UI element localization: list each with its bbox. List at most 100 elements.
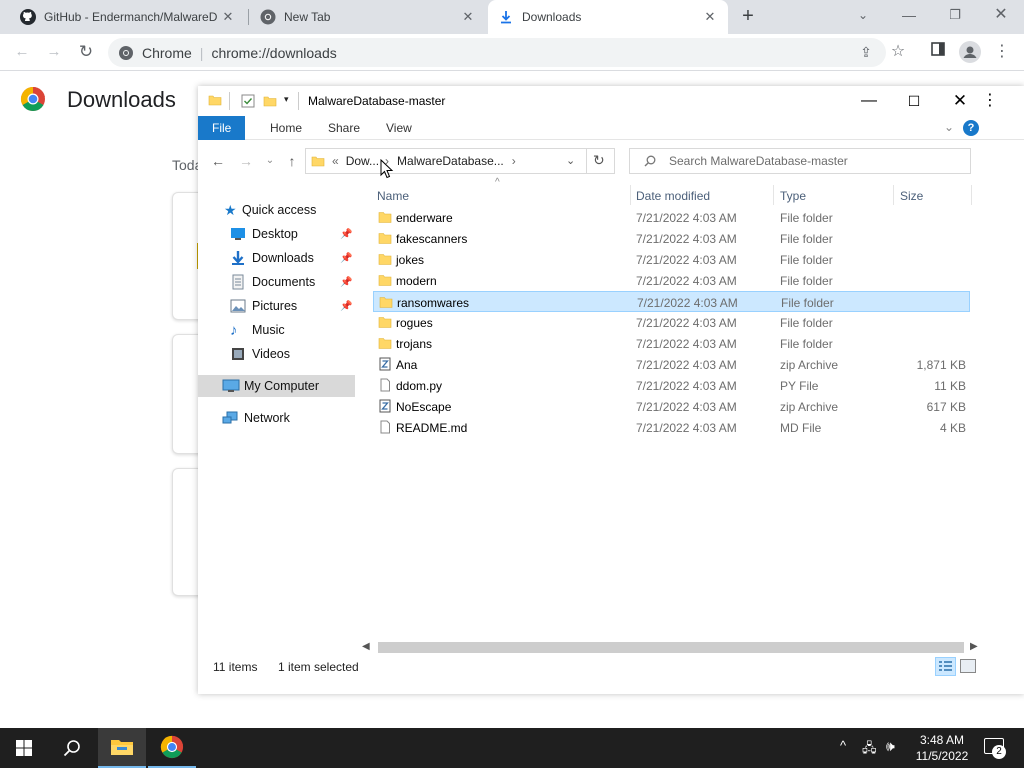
search-box[interactable]: Search MalwareDatabase-master [629, 148, 971, 174]
explorer-maximize-icon[interactable]: ☐ [891, 86, 937, 116]
up-one-level-icon[interactable]: ↑ [282, 151, 302, 171]
chrome-taskbar-button[interactable] [148, 728, 196, 768]
explorer-back-icon[interactable]: ← [208, 151, 228, 171]
nav-documents[interactable]: Documents 📌 [198, 271, 355, 293]
nav-label: Pictures [252, 299, 298, 313]
tab-search-chevron-icon[interactable]: ⌄ [840, 0, 886, 30]
profile-avatar-icon[interactable] [958, 41, 982, 63]
breadcrumb-downloads[interactable]: Dow... [346, 154, 379, 168]
omnibox[interactable]: Chrome | chrome://downloads [108, 38, 886, 67]
help-icon[interactable]: ? [963, 120, 979, 136]
share-icon[interactable]: ⇪ [854, 41, 878, 63]
horizontal-scrollbar[interactable]: ◀ ▶ [358, 639, 988, 656]
sort-ascending-icon: ^ [495, 177, 500, 188]
qat-dropdown-icon[interactable]: ▾ [284, 94, 289, 105]
column-divider[interactable] [773, 185, 774, 205]
new-folder-icon[interactable] [263, 94, 277, 108]
nav-desktop[interactable]: Desktop 📌 [198, 223, 355, 245]
search-button[interactable] [48, 728, 96, 768]
nav-downloads[interactable]: Downloads 📌 [198, 247, 355, 269]
breadcrumb-overflow[interactable]: « [332, 154, 339, 168]
explorer-minimize-icon[interactable]: — [846, 86, 892, 116]
back-arrow-icon[interactable]: ← [10, 41, 34, 63]
breadcrumb-separator[interactable]: › [512, 154, 516, 168]
close-tab-icon[interactable]: ✕ [702, 9, 718, 25]
show-hidden-icons-chevron-icon[interactable]: ^ [840, 738, 846, 753]
nav-quick-access[interactable]: ★ Quick access [198, 199, 355, 221]
tab-github[interactable]: GitHub - Endermanch/MalwareD ✕ [10, 0, 246, 34]
restore-icon[interactable]: ❐ [932, 0, 978, 30]
file-row[interactable]: modern 7/21/2022 4:03 AM File folder [373, 270, 970, 291]
details-view-icon[interactable] [935, 657, 956, 676]
column-type[interactable]: Type [780, 189, 806, 203]
scrollbar-thumb[interactable] [378, 642, 964, 653]
close-window-icon[interactable]: ✕ [978, 0, 1024, 30]
expand-ribbon-chevron-icon[interactable]: ⌄ [944, 120, 954, 134]
close-tab-icon[interactable]: ✕ [220, 9, 236, 25]
file-row[interactable]: README.md 7/21/2022 4:03 AM MD File 4 KB [373, 417, 970, 438]
file-type: zip Archive [780, 358, 839, 372]
file-row[interactable]: rogues 7/21/2022 4:03 AM File folder [373, 312, 970, 333]
recent-locations-chevron-icon[interactable]: ⌄ [260, 151, 280, 171]
nav-videos[interactable]: Videos [198, 343, 355, 365]
tab-new-tab[interactable]: New Tab ✕ [250, 0, 486, 34]
file-row[interactable]: ddom.py 7/21/2022 4:03 AM PY File 11 KB [373, 375, 970, 396]
ribbon-tab-view[interactable]: View [374, 116, 424, 140]
tab-title: Downloads [522, 10, 582, 24]
windows-logo-icon [16, 740, 32, 756]
nav-my-computer[interactable]: My Computer [198, 375, 355, 397]
status-bar: 11 items 1 item selected [198, 656, 1024, 678]
scroll-left-arrow-icon[interactable]: ◀ [362, 641, 370, 652]
scroll-right-arrow-icon[interactable]: ▶ [970, 641, 978, 652]
nav-network[interactable]: Network [198, 407, 355, 429]
nav-music[interactable]: ♪ Music [198, 319, 355, 341]
ribbon-tab-file[interactable]: File [198, 116, 246, 140]
file-row[interactable]: trojans 7/21/2022 4:03 AM File folder [373, 333, 970, 354]
file-row[interactable]: fakescanners 7/21/2022 4:03 AM File folder [373, 228, 970, 249]
properties-check-icon[interactable] [241, 94, 255, 108]
file-explorer-taskbar-button[interactable] [98, 728, 146, 768]
explorer-close-icon[interactable]: ✕ [937, 86, 983, 116]
column-date-modified[interactable]: Date modified [636, 189, 710, 203]
bookmark-star-icon[interactable]: ☆ [886, 41, 910, 63]
search-placeholder: Search MalwareDatabase-master [669, 154, 848, 168]
ribbon-tab-share[interactable]: Share [316, 116, 372, 140]
minimize-icon[interactable]: — [886, 0, 932, 30]
breadcrumb-malwaredatabase[interactable]: MalwareDatabase... [397, 154, 504, 168]
file-name: fakescanners [396, 232, 468, 246]
file-row[interactable]: ransomwares 7/21/2022 4:03 AM File folder [373, 291, 970, 312]
file-row[interactable]: Ana 7/21/2022 4:03 AM zip Archive 1,871 KB [373, 354, 970, 375]
network-tray-icon[interactable]: 🖧 [862, 739, 877, 761]
reload-icon[interactable]: ↻ [74, 41, 98, 63]
explorer-forward-icon[interactable]: → [236, 151, 256, 171]
chrome-menu-overlap-icon[interactable]: ⋮ [978, 86, 1002, 116]
column-divider[interactable] [630, 185, 631, 205]
forward-arrow-icon[interactable]: → [42, 41, 66, 63]
volume-icon[interactable]: 🕪 [886, 738, 895, 755]
kebab-menu-icon[interactable]: ⋮ [990, 41, 1014, 63]
file-row[interactable]: NoEscape 7/21/2022 4:03 AM zip Archive 617 … [373, 396, 970, 417]
column-divider[interactable] [971, 185, 972, 205]
column-size[interactable]: Size [900, 189, 923, 203]
nav-pictures[interactable]: Pictures 📌 [198, 295, 355, 317]
chrome-tab-strip: GitHub - Endermanch/MalwareD ✕ New Tab ✕… [0, 0, 1024, 34]
file-type: PY File [780, 379, 819, 393]
start-button[interactable] [0, 728, 48, 768]
action-center-icon[interactable]: 2 [984, 738, 1006, 759]
tab-downloads[interactable]: Downloads ✕ [488, 0, 728, 34]
close-tab-icon[interactable]: ✕ [460, 9, 476, 25]
refresh-icon[interactable]: ↻ [593, 152, 605, 169]
ribbon-tab-home[interactable]: Home [258, 116, 314, 140]
large-icons-view-icon[interactable] [960, 659, 976, 673]
clock[interactable]: 3:48 AM 11/5/2022 [912, 732, 972, 764]
side-panel-icon[interactable] [926, 41, 950, 63]
column-name[interactable]: Name [377, 189, 409, 203]
new-tab-plus-icon[interactable]: + [736, 5, 760, 27]
column-divider[interactable] [893, 185, 894, 205]
file-row[interactable]: enderware 7/21/2022 4:03 AM File folder [373, 207, 970, 228]
address-bar[interactable]: « Dow... › MalwareDatabase... › ⌄ ↻ [305, 148, 615, 174]
chrome-site-icon [119, 45, 133, 60]
address-history-chevron-icon[interactable]: ⌄ [566, 154, 575, 167]
nav-label: Videos [252, 347, 290, 361]
file-row[interactable]: jokes 7/21/2022 4:03 AM File folder [373, 249, 970, 270]
